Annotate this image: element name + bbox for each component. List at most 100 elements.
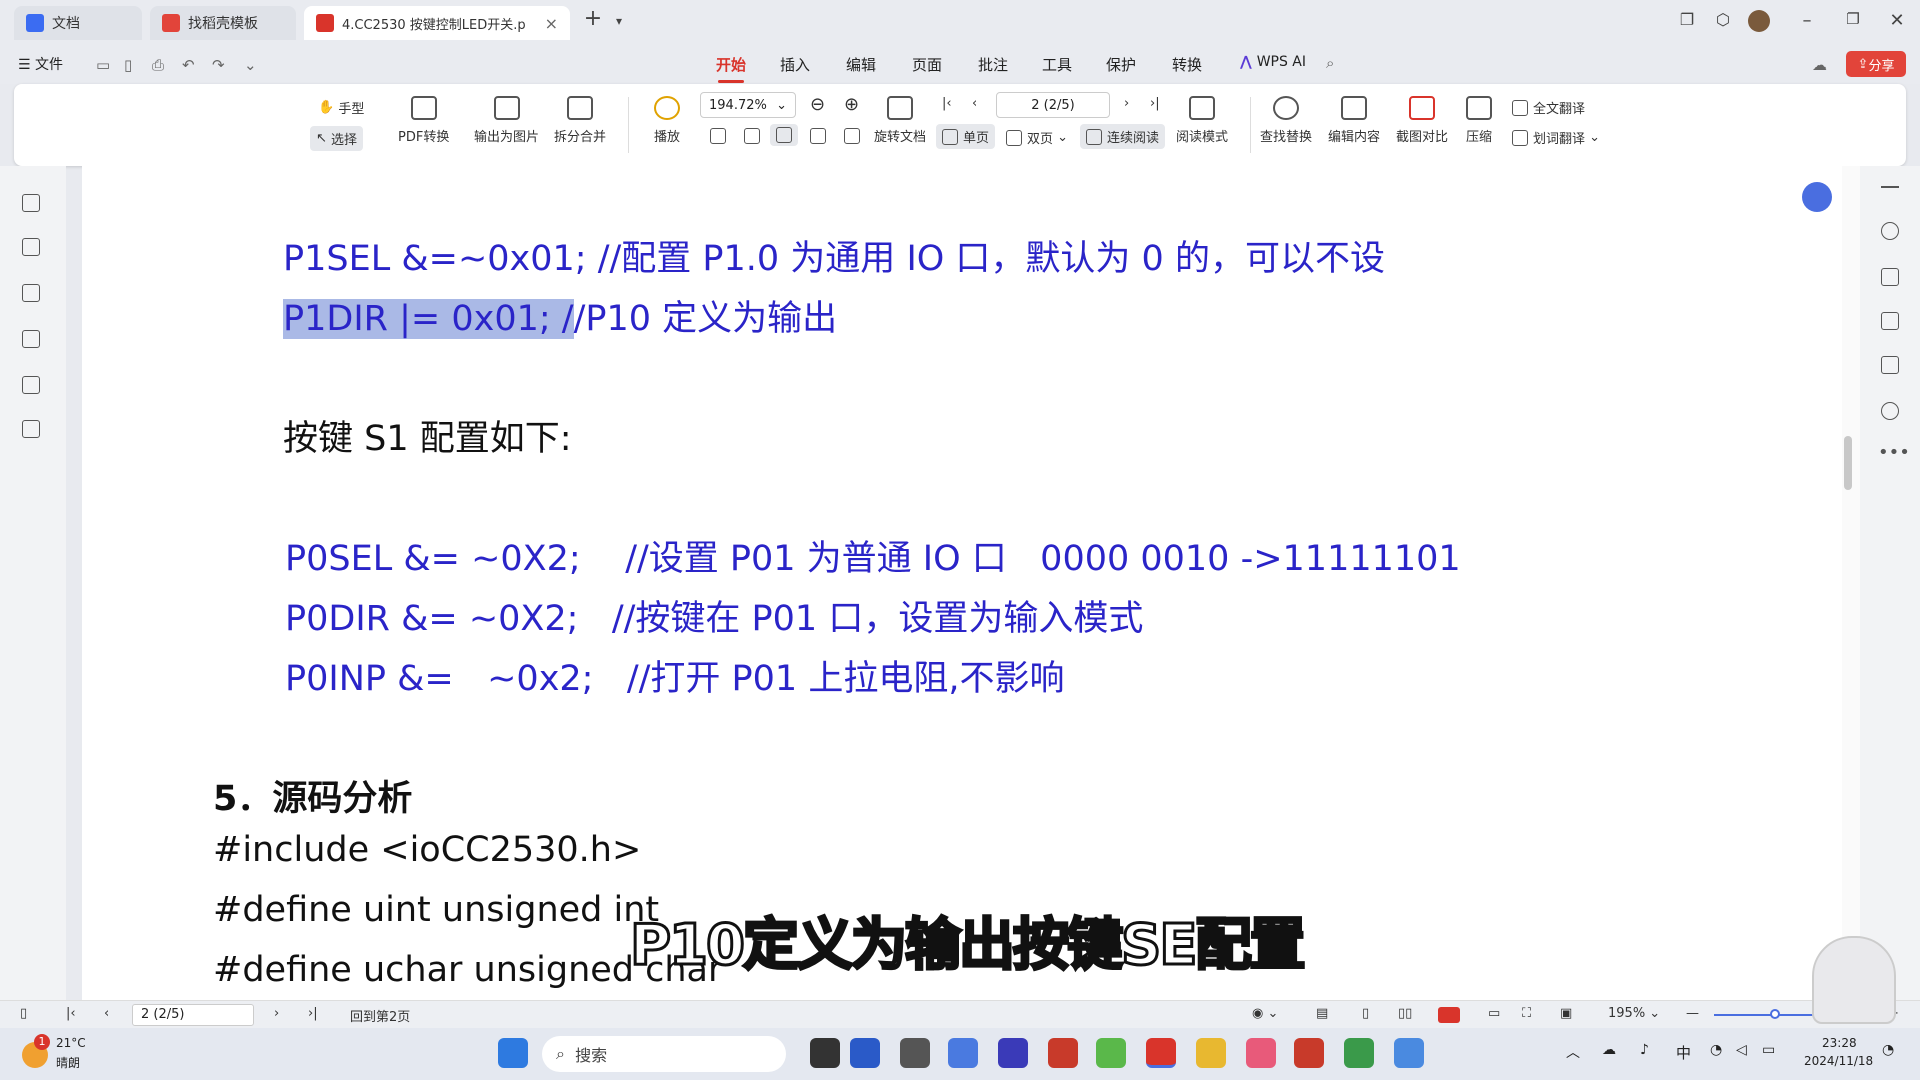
screenshot-compare-button[interactable]: 截图对比 <box>1396 96 1448 145</box>
search-icon[interactable] <box>1881 222 1899 240</box>
more-chevron-icon[interactable]: ⌄ <box>244 56 257 74</box>
fit-icon[interactable]: ▭ <box>1488 1006 1500 1021</box>
wifi-icon[interactable]: ◔ <box>1710 1042 1722 1058</box>
app-icon[interactable] <box>1394 1038 1424 1068</box>
restore-icon[interactable]: ❐ <box>1838 10 1868 28</box>
view-icon[interactable]: ▤ <box>1316 1006 1328 1021</box>
file-explorer-icon[interactable] <box>1196 1038 1226 1068</box>
pdf-convert-button[interactable]: PDF转换 <box>398 96 449 145</box>
continuous-view-icon[interactable]: ▣ <box>1560 1006 1572 1021</box>
bilibili-icon[interactable] <box>1246 1038 1276 1068</box>
convert-icon[interactable] <box>1881 268 1899 286</box>
zoom-select[interactable]: 194.72% ⌄ <box>700 92 796 118</box>
wps-ai-button[interactable]: ⋀ WPS AI <box>1240 54 1306 70</box>
menu-convert[interactable]: 转换 <box>1172 54 1202 75</box>
store-icon[interactable] <box>850 1038 880 1068</box>
more-icon[interactable]: ••• <box>1878 442 1910 463</box>
signature-icon[interactable] <box>22 376 40 394</box>
cube-icon[interactable]: ⬡ <box>1708 10 1738 29</box>
search-icon[interactable]: ⌕ <box>1326 54 1334 72</box>
app-icon[interactable] <box>1294 1038 1324 1068</box>
double-view-icon[interactable]: ▯▯ <box>1398 1006 1412 1021</box>
export-image-button[interactable]: 输出为图片 <box>474 96 539 145</box>
print-icon[interactable]: ⎙ <box>152 56 164 74</box>
tab-templates[interactable]: 找稻壳模板 <box>150 6 296 40</box>
menu-insert[interactable]: 插入 <box>780 54 810 75</box>
minimize-icon[interactable]: – <box>1792 10 1822 31</box>
read-icon[interactable] <box>1881 356 1899 374</box>
tab-list-chevron-icon[interactable]: ▾ <box>604 14 634 28</box>
next-page-icon[interactable]: › <box>1124 96 1129 111</box>
page-number-input[interactable]: 2 (2/5) <box>996 92 1110 118</box>
reading-mode-button[interactable]: 阅读模式 <box>1176 96 1228 145</box>
save-icon[interactable]: ▯ <box>124 56 132 74</box>
vertical-scrollbar[interactable] <box>1842 166 1860 1014</box>
prev-page-icon[interactable]: ‹ <box>972 96 977 111</box>
app-icon[interactable] <box>998 1038 1028 1068</box>
single-view-icon[interactable]: ▯ <box>1362 1006 1369 1021</box>
collapse-icon[interactable] <box>1881 186 1899 188</box>
wechat-icon[interactable] <box>1096 1038 1126 1068</box>
hand-tool[interactable]: ✋ 手型 <box>318 98 364 117</box>
undo-icon[interactable]: ↶ <box>182 56 195 74</box>
double-page-button[interactable]: 双页 ⌄ <box>1006 128 1068 147</box>
rotate-document-button[interactable]: 旋转文档 <box>874 96 926 145</box>
fit-page-icon[interactable] <box>744 128 765 144</box>
floating-translate-icon[interactable] <box>1802 182 1832 212</box>
next-page-icon[interactable]: › <box>274 1006 279 1021</box>
open-folder-icon[interactable]: ▭ <box>96 56 110 74</box>
clock-time[interactable]: 23:28 <box>1822 1036 1857 1050</box>
fullscreen-icon[interactable]: ⛶ <box>1522 1006 1531 1021</box>
app-icon[interactable] <box>1048 1038 1078 1068</box>
single-page-button[interactable]: 单页 <box>936 124 996 149</box>
word-translate-button[interactable]: 划词翻译 ⌄ <box>1512 128 1600 147</box>
text-selection[interactable]: P1DIR |= 0x01; / <box>283 299 574 339</box>
scrollbar-thumb[interactable] <box>1844 436 1852 490</box>
zoom-level[interactable]: 195% ⌄ <box>1608 1006 1660 1021</box>
menu-comment[interactable]: 批注 <box>978 54 1008 75</box>
rotate-left-icon[interactable] <box>810 128 831 144</box>
windows-start-icon[interactable] <box>498 1038 528 1068</box>
first-page-icon[interactable]: |‹ <box>66 1006 76 1021</box>
play-button[interactable]: 播放 <box>654 96 680 145</box>
continuous-read-button[interactable]: 连续阅读 <box>1080 124 1166 149</box>
help-icon[interactable] <box>1881 402 1899 420</box>
find-replace-button[interactable]: 查找替换 <box>1260 96 1312 145</box>
edit-content-button[interactable]: 编辑内容 <box>1328 96 1380 145</box>
full-translate-button[interactable]: 全文翻译 <box>1512 98 1585 117</box>
last-page-icon[interactable]: ›| <box>1150 96 1160 111</box>
zoom-slider[interactable] <box>1714 1014 1818 1016</box>
rotate-right-icon[interactable] <box>844 128 865 144</box>
menu-edit[interactable]: 编辑 <box>846 54 876 75</box>
settings-sliders-icon[interactable] <box>1881 312 1899 330</box>
tab-documents[interactable]: 文档 <box>14 6 142 40</box>
ime-indicator[interactable]: 中 <box>1676 1042 1691 1063</box>
close-tab-icon[interactable]: × <box>545 14 558 33</box>
play-presentation-icon[interactable] <box>1438 1007 1460 1023</box>
wps-icon[interactable] <box>1146 1038 1176 1068</box>
volume-icon[interactable]: ◁ <box>1736 1042 1747 1058</box>
fit-width-icon[interactable] <box>770 124 798 146</box>
select-tool[interactable]: ↖ 选择 <box>310 126 364 151</box>
thumbnail-icon[interactable] <box>22 238 40 256</box>
share-button[interactable]: ⇪ 分享 <box>1846 51 1906 77</box>
app-icon[interactable] <box>900 1038 930 1068</box>
prev-page-icon[interactable]: ‹ <box>104 1006 109 1021</box>
menu-home[interactable]: 开始 <box>716 54 746 83</box>
task-view-icon[interactable] <box>810 1038 840 1068</box>
zoom-out-icon[interactable]: — <box>1686 1006 1699 1021</box>
sidebar-toggle-icon[interactable]: ▯ <box>20 1006 27 1021</box>
app-icon[interactable] <box>948 1038 978 1068</box>
comment-icon[interactable] <box>22 284 40 302</box>
last-page-icon[interactable]: ›| <box>308 1006 318 1021</box>
attachment-icon[interactable] <box>22 330 40 348</box>
file-menu[interactable]: ☰ 文件 <box>18 54 63 74</box>
taskbar-search[interactable]: ⌕ 搜索 <box>542 1036 786 1072</box>
back-to-page-link[interactable]: 回到第2页 <box>350 1006 410 1025</box>
redo-icon[interactable]: ↷ <box>212 56 225 74</box>
clock-date[interactable]: 2024/11/18 <box>1804 1054 1873 1068</box>
avatar[interactable] <box>1748 10 1770 32</box>
eye-icon[interactable]: ◉ ⌄ <box>1252 1006 1278 1021</box>
status-page-input[interactable]: 2 (2/5) <box>132 1004 254 1026</box>
document-page[interactable]: P1SEL &=~0x01; //配置 P1.0 为通用 IO 口，默认为 0 … <box>82 166 1842 1014</box>
